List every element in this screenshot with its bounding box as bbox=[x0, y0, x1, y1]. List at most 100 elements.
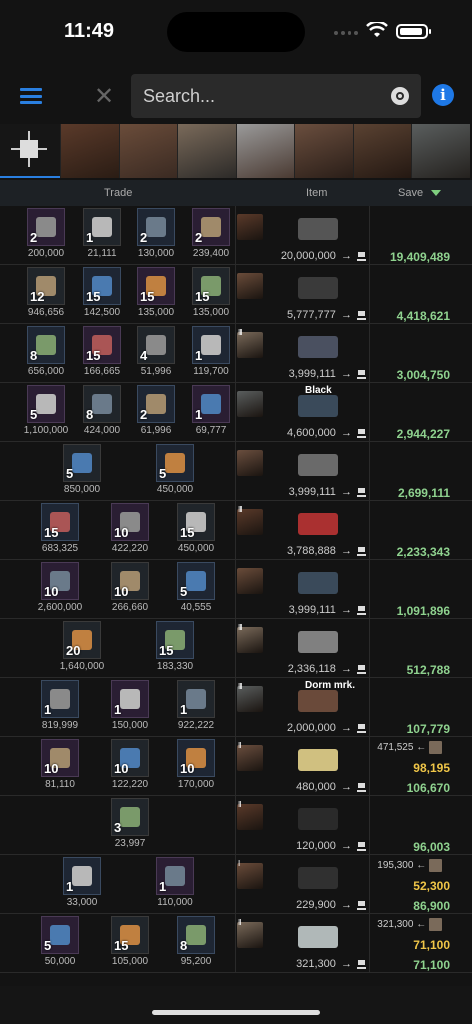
trader-avatar[interactable] bbox=[237, 214, 263, 240]
table-row[interactable]: 12 946,656 15 142,500 15 135,000 15 135,… bbox=[0, 265, 472, 324]
trade-item[interactable]: 15 142,500 bbox=[72, 265, 132, 318]
item-price[interactable]: 3,999,111 → bbox=[270, 604, 366, 616]
trade-item[interactable]: 15 135,000 bbox=[181, 265, 241, 318]
trade-item[interactable]: 5 850,000 bbox=[52, 442, 112, 495]
barter-item-icon[interactable] bbox=[298, 277, 338, 299]
trade-item[interactable]: 15 683,325 bbox=[30, 501, 90, 554]
table-row[interactable]: 5 50,000 15 105,000 8 95,200 II 321,300 … bbox=[0, 914, 472, 973]
barter-item-icon[interactable] bbox=[298, 454, 338, 476]
item-price[interactable]: 3,999,111 → bbox=[270, 368, 366, 380]
barter-item-icon[interactable] bbox=[298, 336, 338, 358]
trade-item[interactable]: 10 2,600,000 bbox=[30, 560, 90, 613]
item-price[interactable]: 4,600,000 → bbox=[270, 427, 366, 439]
trade-item[interactable]: 1 69,777 bbox=[181, 383, 241, 436]
trader-avatar[interactable] bbox=[237, 745, 263, 771]
table-row[interactable]: 3 23,997 II 120,000 → 96,003 bbox=[0, 796, 472, 855]
trader-avatar[interactable] bbox=[237, 391, 263, 417]
trade-item[interactable]: 15 450,000 bbox=[166, 501, 226, 554]
menu-icon[interactable] bbox=[20, 88, 42, 104]
trade-item[interactable]: 1 119,700 bbox=[181, 324, 241, 377]
trade-item[interactable]: 15 166,665 bbox=[72, 324, 132, 377]
trader-avatar[interactable] bbox=[237, 863, 263, 889]
table-row[interactable]: 1 819,999 1 150,000 1 922,222 III Dorm mr… bbox=[0, 678, 472, 737]
trader-avatar[interactable] bbox=[237, 273, 263, 299]
trader-avatar[interactable] bbox=[237, 922, 263, 948]
trade-item[interactable]: 5 450,000 bbox=[145, 442, 205, 495]
trade-item[interactable]: 12 946,656 bbox=[16, 265, 76, 318]
header-save[interactable]: Save bbox=[398, 187, 442, 199]
trade-item[interactable]: 3 23,997 bbox=[100, 796, 160, 849]
table-row[interactable]: 2 200,000 1 21,111 2 130,000 2 239,400 2… bbox=[0, 206, 472, 265]
trader-avatar[interactable] bbox=[237, 568, 263, 594]
tab-trader-ragman[interactable] bbox=[411, 124, 470, 178]
item-price[interactable]: 2,000,000 → bbox=[270, 722, 366, 734]
trade-item[interactable]: 20 1,640,000 bbox=[52, 619, 112, 672]
trade-item[interactable]: 1 819,999 bbox=[30, 678, 90, 731]
trade-item[interactable]: 10 266,660 bbox=[100, 560, 160, 613]
trade-item[interactable]: 2 61,996 bbox=[126, 383, 186, 436]
barter-item-icon[interactable] bbox=[298, 513, 338, 535]
trade-item[interactable]: 1 150,000 bbox=[100, 678, 160, 731]
item-price[interactable]: 321,300 → bbox=[270, 958, 366, 970]
trade-item[interactable]: 1 922,222 bbox=[166, 678, 226, 731]
trade-item[interactable]: 10 170,000 bbox=[166, 737, 226, 790]
trader-avatar[interactable] bbox=[237, 450, 263, 476]
barter-item-icon[interactable] bbox=[298, 926, 338, 948]
table-row[interactable]: 10 81,110 10 122,220 10 170,000 II 480,0… bbox=[0, 737, 472, 796]
item-price[interactable]: 3,999,111 → bbox=[270, 486, 366, 498]
barter-item-icon[interactable] bbox=[298, 867, 338, 889]
item-price[interactable]: 480,000 → bbox=[270, 781, 366, 793]
trade-item[interactable]: 5 40,555 bbox=[166, 560, 226, 613]
table-row[interactable]: 20 1,640,000 15 183,330 III 2,336,118 → … bbox=[0, 619, 472, 678]
tab-trader-skier[interactable] bbox=[235, 124, 294, 178]
barter-item-icon[interactable] bbox=[298, 690, 338, 712]
tab-trader-prapor[interactable] bbox=[60, 124, 119, 178]
trade-item[interactable]: 15 105,000 bbox=[100, 914, 160, 967]
trade-item[interactable]: 1 21,111 bbox=[72, 206, 132, 259]
trade-item[interactable]: 2 239,400 bbox=[181, 206, 241, 259]
barter-item-icon[interactable] bbox=[298, 631, 338, 653]
clear-icon[interactable]: ✕ bbox=[94, 82, 114, 111]
barter-item-icon[interactable] bbox=[298, 808, 338, 830]
table-row[interactable]: 8 656,000 15 166,665 4 51,996 1 119,700 … bbox=[0, 324, 472, 383]
trade-item[interactable]: 10 81,110 bbox=[30, 737, 90, 790]
tab-trader-mechanic[interactable] bbox=[352, 124, 411, 178]
table-row[interactable]: 10 2,600,000 10 266,660 5 40,555 3,999,1… bbox=[0, 560, 472, 619]
item-price[interactable]: 2,336,118 → bbox=[270, 663, 366, 675]
trade-item[interactable]: 5 1,100,000 bbox=[16, 383, 76, 436]
barter-item-icon[interactable] bbox=[298, 218, 338, 240]
table-row[interactable]: 5 1,100,000 8 424,000 2 61,996 1 69,777 … bbox=[0, 383, 472, 442]
table-row[interactable]: 5 850,000 5 450,000 3,999,111 → 2,699,11… bbox=[0, 442, 472, 501]
trade-item[interactable]: 15 183,330 bbox=[145, 619, 205, 672]
barter-item-icon[interactable] bbox=[298, 749, 338, 771]
table-row[interactable]: 1 33,000 1 110,000 I 229,900 → 195,300 ←… bbox=[0, 855, 472, 914]
item-price[interactable]: 229,900 → bbox=[270, 899, 366, 911]
item-price[interactable]: 5,777,777 → bbox=[270, 309, 366, 321]
trade-item[interactable]: 10 122,220 bbox=[100, 737, 160, 790]
tab-trader-therapist[interactable] bbox=[118, 124, 177, 178]
trader-avatar[interactable] bbox=[237, 804, 263, 830]
trade-item[interactable]: 1 110,000 bbox=[145, 855, 205, 908]
barter-item-icon[interactable] bbox=[298, 395, 338, 417]
tab-trader-fence[interactable] bbox=[177, 124, 236, 178]
trade-item[interactable]: 2 200,000 bbox=[16, 206, 76, 259]
trade-item[interactable]: 8 656,000 bbox=[16, 324, 76, 377]
barter-item-icon[interactable] bbox=[298, 572, 338, 594]
trade-item[interactable]: 15 135,000 bbox=[126, 265, 186, 318]
tab-all-traders[interactable] bbox=[0, 124, 60, 178]
item-price[interactable]: 120,000 → bbox=[270, 840, 366, 852]
search-input[interactable]: Search... bbox=[131, 74, 421, 118]
item-price[interactable]: 20,000,000 → bbox=[270, 250, 366, 262]
item-price[interactable]: 3,788,888 → bbox=[270, 545, 366, 557]
trade-item[interactable]: 8 95,200 bbox=[166, 914, 226, 967]
trade-item[interactable]: 2 130,000 bbox=[126, 206, 186, 259]
trade-item[interactable]: 4 51,996 bbox=[126, 324, 186, 377]
info-icon[interactable]: i bbox=[432, 84, 454, 106]
tab-trader-peacekeeper[interactable] bbox=[294, 124, 353, 178]
reset-icon[interactable] bbox=[391, 87, 409, 105]
trade-item[interactable]: 5 50,000 bbox=[30, 914, 90, 967]
table-row[interactable]: 15 683,325 10 422,220 15 450,000 III 3,7… bbox=[0, 501, 472, 560]
trade-item[interactable]: 1 33,000 bbox=[52, 855, 112, 908]
trade-item[interactable]: 8 424,000 bbox=[72, 383, 132, 436]
trade-item[interactable]: 10 422,220 bbox=[100, 501, 160, 554]
